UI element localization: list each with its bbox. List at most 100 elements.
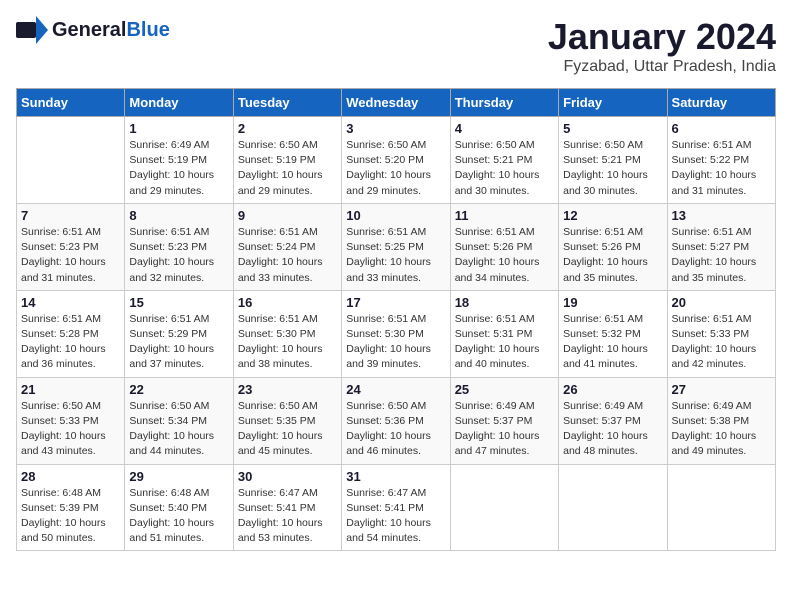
- day-info: Sunrise: 6:49 AM Sunset: 5:37 PM Dayligh…: [563, 399, 662, 460]
- day-info: Sunrise: 6:48 AM Sunset: 5:40 PM Dayligh…: [129, 486, 228, 547]
- day-number: 6: [672, 121, 771, 136]
- logo-icon: [16, 16, 48, 44]
- day-info: Sunrise: 6:49 AM Sunset: 5:38 PM Dayligh…: [672, 399, 771, 460]
- calendar-table: SundayMondayTuesdayWednesdayThursdayFrid…: [16, 88, 776, 551]
- day-number: 24: [346, 382, 445, 397]
- day-number: 16: [238, 295, 337, 310]
- day-number: 3: [346, 121, 445, 136]
- day-info: Sunrise: 6:49 AM Sunset: 5:19 PM Dayligh…: [129, 138, 228, 199]
- calendar-week-row: 1 Sunrise: 6:49 AM Sunset: 5:19 PM Daylig…: [17, 117, 776, 204]
- day-info: Sunrise: 6:51 AM Sunset: 5:30 PM Dayligh…: [346, 312, 445, 373]
- calendar-day-cell: 16 Sunrise: 6:51 AM Sunset: 5:30 PM Dayli…: [233, 290, 341, 377]
- calendar-day-cell: 27 Sunrise: 6:49 AM Sunset: 5:38 PM Dayli…: [667, 377, 775, 464]
- calendar-day-cell: 15 Sunrise: 6:51 AM Sunset: 5:29 PM Dayli…: [125, 290, 233, 377]
- calendar-day-cell: [450, 464, 558, 551]
- calendar-day-cell: 21 Sunrise: 6:50 AM Sunset: 5:33 PM Dayli…: [17, 377, 125, 464]
- day-info: Sunrise: 6:51 AM Sunset: 5:30 PM Dayligh…: [238, 312, 337, 373]
- day-of-week-header: Thursday: [450, 89, 558, 117]
- calendar-week-row: 28 Sunrise: 6:48 AM Sunset: 5:39 PM Dayli…: [17, 464, 776, 551]
- day-number: 13: [672, 208, 771, 223]
- day-info: Sunrise: 6:50 AM Sunset: 5:21 PM Dayligh…: [455, 138, 554, 199]
- calendar-day-cell: 22 Sunrise: 6:50 AM Sunset: 5:34 PM Dayli…: [125, 377, 233, 464]
- day-number: 21: [21, 382, 120, 397]
- calendar-day-cell: 23Sunrise: 6:50 AM Sunset: 5:35 PM Dayli…: [233, 377, 341, 464]
- day-info: Sunrise: 6:47 AM Sunset: 5:41 PM Dayligh…: [346, 486, 445, 547]
- day-info: Sunrise: 6:50 AM Sunset: 5:21 PM Dayligh…: [563, 138, 662, 199]
- calendar-week-row: 21 Sunrise: 6:50 AM Sunset: 5:33 PM Dayli…: [17, 377, 776, 464]
- day-number: 25: [455, 382, 554, 397]
- calendar-day-cell: 9 Sunrise: 6:51 AM Sunset: 5:24 PM Daylig…: [233, 203, 341, 290]
- calendar-day-cell: [17, 117, 125, 204]
- logo-blue-text: Blue: [126, 19, 169, 41]
- day-number: 22: [129, 382, 228, 397]
- day-info: Sunrise: 6:51 AM Sunset: 5:32 PM Dayligh…: [563, 312, 662, 373]
- day-of-week-header: Tuesday: [233, 89, 341, 117]
- day-info: Sunrise: 6:51 AM Sunset: 5:26 PM Dayligh…: [455, 225, 554, 286]
- day-number: 15: [129, 295, 228, 310]
- calendar-day-cell: 4 Sunrise: 6:50 AM Sunset: 5:21 PM Daylig…: [450, 117, 558, 204]
- day-info: Sunrise: 6:51 AM Sunset: 5:23 PM Dayligh…: [21, 225, 120, 286]
- location: Fyzabad, Uttar Pradesh, India: [548, 58, 776, 76]
- day-info: Sunrise: 6:50 AM Sunset: 5:19 PM Dayligh…: [238, 138, 337, 199]
- calendar-day-cell: 10Sunrise: 6:51 AM Sunset: 5:25 PM Dayli…: [342, 203, 450, 290]
- logo: GeneralBlue: [16, 16, 170, 44]
- day-number: 9: [238, 208, 337, 223]
- day-number: 29: [129, 469, 228, 484]
- day-info: Sunrise: 6:50 AM Sunset: 5:33 PM Dayligh…: [21, 399, 120, 460]
- day-number: 2: [238, 121, 337, 136]
- day-info: Sunrise: 6:51 AM Sunset: 5:26 PM Dayligh…: [563, 225, 662, 286]
- day-number: 31: [346, 469, 445, 484]
- calendar-week-row: 7 Sunrise: 6:51 AM Sunset: 5:23 PM Daylig…: [17, 203, 776, 290]
- day-info: Sunrise: 6:49 AM Sunset: 5:37 PM Dayligh…: [455, 399, 554, 460]
- day-number: 5: [563, 121, 662, 136]
- day-number: 20: [672, 295, 771, 310]
- day-info: Sunrise: 6:51 AM Sunset: 5:22 PM Dayligh…: [672, 138, 771, 199]
- day-number: 30: [238, 469, 337, 484]
- calendar-day-cell: 31 Sunrise: 6:47 AM Sunset: 5:41 PM Dayli…: [342, 464, 450, 551]
- day-of-week-header: Monday: [125, 89, 233, 117]
- day-number: 4: [455, 121, 554, 136]
- calendar-day-cell: 26 Sunrise: 6:49 AM Sunset: 5:37 PM Dayli…: [559, 377, 667, 464]
- calendar-day-cell: 3 Sunrise: 6:50 AM Sunset: 5:20 PM Daylig…: [342, 117, 450, 204]
- day-of-week-header: Friday: [559, 89, 667, 117]
- days-of-week-row: SundayMondayTuesdayWednesdayThursdayFrid…: [17, 89, 776, 117]
- month-title: January 2024: [548, 16, 776, 58]
- calendar-day-cell: 7 Sunrise: 6:51 AM Sunset: 5:23 PM Daylig…: [17, 203, 125, 290]
- day-info: Sunrise: 6:50 AM Sunset: 5:36 PM Dayligh…: [346, 399, 445, 460]
- day-number: 23: [238, 382, 337, 397]
- calendar-day-cell: 13 Sunrise: 6:51 AM Sunset: 5:27 PM Dayli…: [667, 203, 775, 290]
- day-number: 14: [21, 295, 120, 310]
- calendar-day-cell: 19Sunrise: 6:51 AM Sunset: 5:32 PM Dayli…: [559, 290, 667, 377]
- calendar-day-cell: 6 Sunrise: 6:51 AM Sunset: 5:22 PM Daylig…: [667, 117, 775, 204]
- day-info: Sunrise: 6:51 AM Sunset: 5:27 PM Dayligh…: [672, 225, 771, 286]
- day-info: Sunrise: 6:51 AM Sunset: 5:29 PM Dayligh…: [129, 312, 228, 373]
- day-info: Sunrise: 6:48 AM Sunset: 5:39 PM Dayligh…: [21, 486, 120, 547]
- day-number: 11: [455, 208, 554, 223]
- day-of-week-header: Saturday: [667, 89, 775, 117]
- day-of-week-header: Wednesday: [342, 89, 450, 117]
- calendar-day-cell: 18 Sunrise: 6:51 AM Sunset: 5:31 PM Dayli…: [450, 290, 558, 377]
- title-block: January 2024 Fyzabad, Uttar Pradesh, Ind…: [548, 16, 776, 76]
- day-number: 18: [455, 295, 554, 310]
- calendar-day-cell: 8Sunrise: 6:51 AM Sunset: 5:23 PM Daylig…: [125, 203, 233, 290]
- calendar-day-cell: 24 Sunrise: 6:50 AM Sunset: 5:36 PM Dayli…: [342, 377, 450, 464]
- calendar-day-cell: 1 Sunrise: 6:49 AM Sunset: 5:19 PM Daylig…: [125, 117, 233, 204]
- day-number: 27: [672, 382, 771, 397]
- day-number: 1: [129, 121, 228, 136]
- day-info: Sunrise: 6:51 AM Sunset: 5:31 PM Dayligh…: [455, 312, 554, 373]
- day-number: 10: [346, 208, 445, 223]
- day-number: 7: [21, 208, 120, 223]
- day-number: 12: [563, 208, 662, 223]
- day-info: Sunrise: 6:50 AM Sunset: 5:34 PM Dayligh…: [129, 399, 228, 460]
- day-number: 28: [21, 469, 120, 484]
- calendar-day-cell: 29 Sunrise: 6:48 AM Sunset: 5:40 PM Dayli…: [125, 464, 233, 551]
- page-header: GeneralBlue January 2024 Fyzabad, Uttar …: [16, 16, 776, 76]
- calendar-day-cell: 12 Sunrise: 6:51 AM Sunset: 5:26 PM Dayli…: [559, 203, 667, 290]
- day-number: 26: [563, 382, 662, 397]
- calendar-day-cell: [667, 464, 775, 551]
- logo-general: General: [52, 19, 126, 41]
- day-info: Sunrise: 6:51 AM Sunset: 5:24 PM Dayligh…: [238, 225, 337, 286]
- day-info: Sunrise: 6:50 AM Sunset: 5:20 PM Dayligh…: [346, 138, 445, 199]
- calendar-day-cell: 30 Sunrise: 6:47 AM Sunset: 5:41 PM Dayli…: [233, 464, 341, 551]
- day-info: Sunrise: 6:47 AM Sunset: 5:41 PM Dayligh…: [238, 486, 337, 547]
